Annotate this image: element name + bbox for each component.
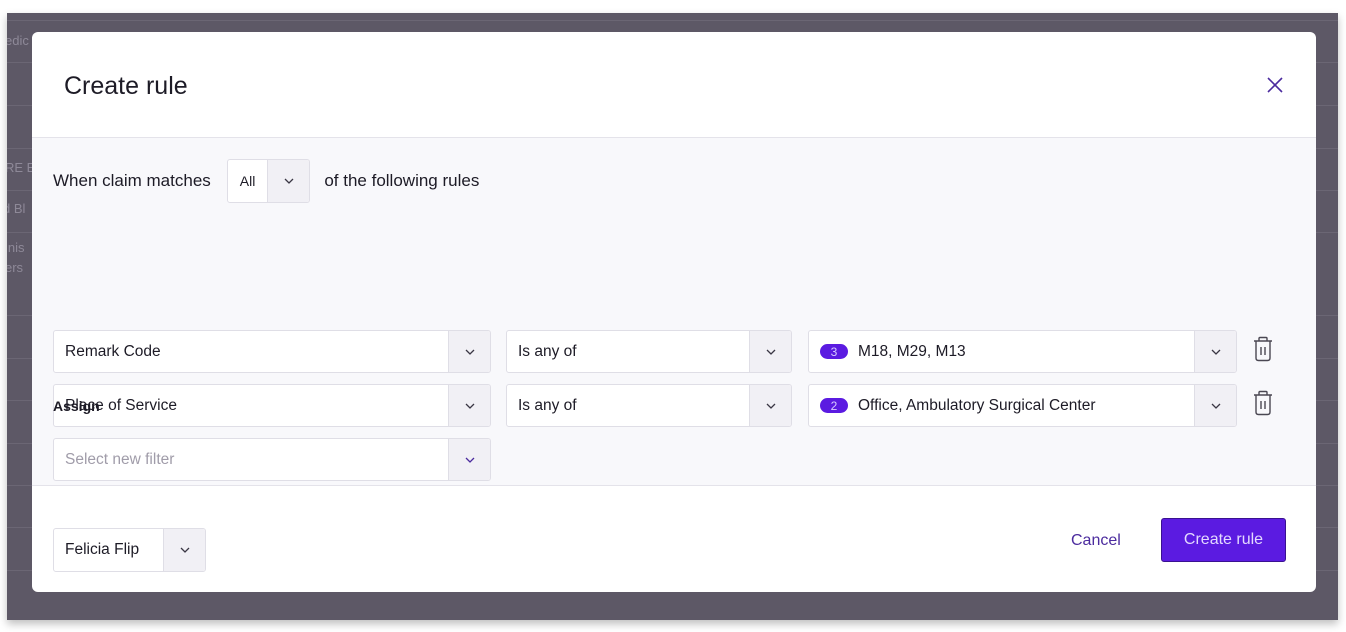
rule-values-dropdown-button[interactable] [1194,385,1236,426]
rule-field-value: Remark Code [65,342,161,360]
match-condition: When claim matches All of the following … [53,159,480,203]
close-button[interactable] [1264,74,1286,96]
rule-operator-value: Is any of [518,342,577,360]
trash-icon [1254,390,1272,416]
delete-rule-button[interactable] [1252,390,1274,416]
bg-table-text: edic [7,33,29,48]
chevron-down-icon [284,178,294,184]
bg-table-text: d Bl [7,201,26,216]
rule-field-select[interactable]: Place of Service [53,384,491,427]
rule-operator-dropdown-button[interactable] [749,331,791,372]
chevron-down-icon [766,403,775,409]
chevron-down-icon [465,349,474,355]
create-rule-dialog: Create rule When claim matches All of th… [32,32,1316,592]
dialog-title: Create rule [64,72,188,100]
dialog-footer: Cancel Create rule [32,486,1316,591]
create-rule-button[interactable]: Create rule [1161,518,1286,562]
rule-field-value: Place of Service [65,396,177,414]
match-suffix-label: of the following rules [324,171,480,190]
chevron-down-icon [1211,349,1220,355]
rule-field-dropdown-button[interactable] [448,385,490,426]
bg-row-divider [7,20,1338,21]
match-mode-dropdown-button[interactable] [267,160,310,202]
trash-icon [1254,336,1272,362]
new-filter-select[interactable]: Select new filter [53,438,491,481]
match-prefix-label: When claim matches [53,171,211,190]
bg-table-text: ers [7,260,24,275]
rule-values-value: 3 M18, M29, M13 [809,331,1194,372]
cancel-button[interactable]: Cancel [1071,526,1121,556]
rule-operator-select[interactable]: Is any of [506,330,792,373]
rule-values-dropdown-button[interactable] [1194,331,1236,372]
delete-rule-button[interactable] [1252,336,1274,362]
assign-label: Assign [53,398,100,414]
selected-values-text: Office, Ambulatory Surgical Center [858,396,1096,414]
rule-operator-value: Is any of [518,396,577,414]
chevron-down-icon [1211,403,1220,409]
rule-values-value: 2 Office, Ambulatory Surgical Center [809,385,1194,426]
rule-operator-select[interactable]: Is any of [506,384,792,427]
selected-count-badge: 3 [820,344,848,359]
rule-values-select[interactable]: 2 Office, Ambulatory Surgical Center [808,384,1237,427]
new-filter-placeholder: Select new filter [65,450,175,468]
dialog-header: Create rule [32,32,1316,138]
match-mode-value: All [239,173,256,189]
rule-operator-dropdown-button[interactable] [749,385,791,426]
chevron-down-icon [465,457,474,463]
rule-field-select[interactable]: Remark Code [53,330,491,373]
dialog-body: When claim matches All of the following … [32,138,1316,572]
close-icon [1267,77,1283,93]
selected-values-text: M18, M29, M13 [858,342,966,360]
match-mode-select[interactable]: All [226,159,311,203]
chevron-down-icon [465,403,474,409]
bg-table-text: inis [7,240,25,255]
rule-field-dropdown-button[interactable] [448,331,490,372]
rule-values-select[interactable]: 3 M18, M29, M13 [808,330,1237,373]
chevron-down-icon [766,349,775,355]
selected-count-badge: 2 [820,398,848,413]
new-filter-dropdown-button[interactable] [448,439,490,480]
